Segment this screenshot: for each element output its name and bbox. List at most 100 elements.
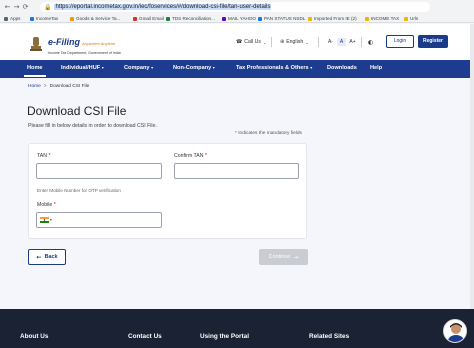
bookmark-icon: [70, 16, 74, 21]
confirm-tan-input[interactable]: [174, 163, 299, 179]
required-mark: *: [53, 202, 56, 208]
bookmark-label: TDS Reconciliation...: [172, 16, 215, 21]
emblem-icon: [30, 36, 42, 51]
left-arrow-icon: ←: [36, 253, 42, 261]
bookmark-label: Apps: [10, 16, 21, 21]
site-footer: About Us Contact Us Using the Portal Rel…: [0, 309, 474, 348]
footer-about-us[interactable]: About Us: [20, 333, 48, 340]
chevron-down-icon: ▾: [310, 65, 313, 70]
page-title: Download CSI File: [27, 104, 127, 118]
main-navigation: Home Individual/HUF ▾ Company ▾ Non-Comp…: [0, 60, 474, 78]
bookmark-pan[interactable]: PAN STATUS NSDL: [258, 16, 305, 21]
country-code-selector[interactable]: ▾: [40, 217, 52, 223]
tan-label-text: TAN: [37, 153, 47, 159]
font-decrease-button[interactable]: A-: [326, 38, 335, 46]
continue-label: Continue: [268, 254, 291, 260]
folder-icon: [308, 16, 312, 21]
nav-label: Non-Company: [173, 65, 212, 71]
tan-input[interactable]: [36, 163, 162, 179]
page-scrollbar[interactable]: [470, 24, 474, 309]
chevron-down-icon: ▾: [50, 218, 52, 222]
bookmark-yahoo[interactable]: MAIL YAHOO: [222, 16, 256, 21]
mobile-label: Mobile *: [37, 202, 56, 208]
nav-downloads[interactable]: Downloads: [327, 65, 357, 71]
logo-text: e-Filing Anywhere Anytime Income Tax Depa…: [48, 32, 121, 55]
folder-icon: [404, 16, 408, 21]
csi-form-card: TAN * Confirm TAN * Enter Mobile Number …: [28, 143, 307, 239]
required-mark: *: [48, 153, 51, 159]
nav-individual-huf[interactable]: Individual/HUF ▾: [61, 65, 104, 71]
forward-arrow-icon[interactable]: →: [12, 3, 21, 11]
reload-icon[interactable]: ⟳: [21, 3, 30, 11]
nav-non-company[interactable]: Non-Company ▾: [173, 65, 215, 71]
breadcrumb-current: Download CSI File: [49, 84, 90, 89]
address-bar[interactable]: 🔒 https://eportal.incometax.gov.in/iec/f…: [40, 2, 430, 12]
chevron-down-icon: ⌄: [262, 39, 267, 45]
divider: [271, 37, 272, 47]
call-us-label: Call Us: [244, 39, 261, 45]
bookmark-gmail[interactable]: Gmail Email: [133, 16, 164, 21]
footer-using-portal[interactable]: Using the Portal: [200, 333, 249, 340]
login-button[interactable]: Login: [386, 35, 414, 48]
yahoo-icon: [222, 16, 226, 21]
folder-icon: [365, 16, 369, 21]
bookmark-tds[interactable]: TDS Reconciliation...: [166, 16, 215, 21]
chatbot-avatar[interactable]: [443, 319, 467, 343]
bookmark-incometax-folder[interactable]: INCOME TAX: [365, 16, 399, 21]
phone-icon: ☎: [236, 39, 243, 45]
page-subtitle: Please fill in below details in order to…: [28, 123, 157, 129]
url-text: https://eportal.incometax.gov.in/iec/fos…: [54, 4, 272, 10]
footer-contact-us[interactable]: Contact Us: [128, 333, 162, 340]
back-label: Back: [44, 254, 58, 260]
contrast-icon: ◐: [368, 39, 374, 46]
bookmark-gst[interactable]: Goods & Service Ta...: [70, 16, 120, 21]
site-header: e-Filing Anywhere Anytime Income Tax Depa…: [0, 24, 474, 60]
breadcrumb-home[interactable]: Home: [28, 84, 41, 89]
continue-button[interactable]: Continue →: [259, 249, 308, 265]
logo-title: e-Filing: [48, 37, 80, 47]
footer-related-sites[interactable]: Related Sites: [309, 333, 349, 340]
bookmark-imported[interactable]: Imported From IE (2): [308, 16, 357, 21]
language-selector[interactable]: ⊕ English ⌄: [280, 39, 309, 45]
bookmark-label: Gmail Email: [139, 16, 164, 21]
nav-label: Tax Professionals & Others: [236, 65, 309, 71]
logo-subtitle: Income Tax Department, Government of Ind…: [48, 51, 121, 55]
bookmark-apps[interactable]: Apps: [4, 16, 20, 21]
nav-home[interactable]: Home: [24, 65, 46, 77]
divider: [361, 37, 362, 47]
register-button[interactable]: Register: [418, 35, 448, 48]
call-us-menu[interactable]: ☎ Call Us ⌄: [236, 39, 266, 45]
nav-tax-professionals[interactable]: Tax Professionals & Others ▾: [236, 65, 312, 71]
nav-label: Company: [124, 65, 150, 71]
contrast-toggle[interactable]: ◐: [368, 39, 373, 46]
browser-toolbar: ← → ⟳ 🔒 https://eportal.incometax.gov.in…: [0, 0, 474, 14]
bookmark-label: Imported From IE (2): [314, 16, 357, 21]
tan-label: TAN *: [37, 153, 50, 159]
font-increase-button[interactable]: A+: [348, 38, 357, 46]
bookmark-urls[interactable]: Urls: [404, 16, 418, 21]
lock-icon: 🔒: [44, 3, 52, 11]
efiling-logo[interactable]: e-Filing Anywhere Anytime Income Tax Depa…: [28, 32, 121, 55]
bookmark-icon: [30, 16, 34, 21]
breadcrumb-separator: >: [43, 84, 47, 89]
divider: [318, 37, 319, 47]
mobile-field[interactable]: ▾: [36, 212, 162, 228]
nav-company[interactable]: Company ▾: [124, 65, 153, 71]
chevron-down-icon: ⌄: [305, 39, 309, 45]
nav-help[interactable]: Help: [370, 65, 382, 71]
back-button[interactable]: ← Back: [28, 249, 66, 265]
mandatory-note: * Indicates the mandatory fields: [235, 131, 302, 136]
gmail-icon: [133, 16, 137, 21]
apps-icon: [4, 16, 8, 21]
back-arrow-icon[interactable]: ←: [3, 3, 12, 11]
bookmarks-bar: Apps IncomeTax Goods & Service Ta... Gma…: [0, 14, 474, 23]
bookmark-icon: [258, 16, 262, 21]
mobile-label-text: Mobile: [37, 202, 53, 208]
mobile-input[interactable]: [55, 217, 156, 223]
font-normal-button[interactable]: A: [337, 38, 346, 46]
chevron-down-icon: ▾: [101, 65, 104, 70]
bookmark-incometax[interactable]: IncomeTax: [30, 16, 58, 21]
bookmark-label: INCOME TAX: [371, 16, 400, 21]
chevron-down-icon: ▾: [212, 65, 215, 70]
bookmark-icon: [166, 16, 170, 21]
